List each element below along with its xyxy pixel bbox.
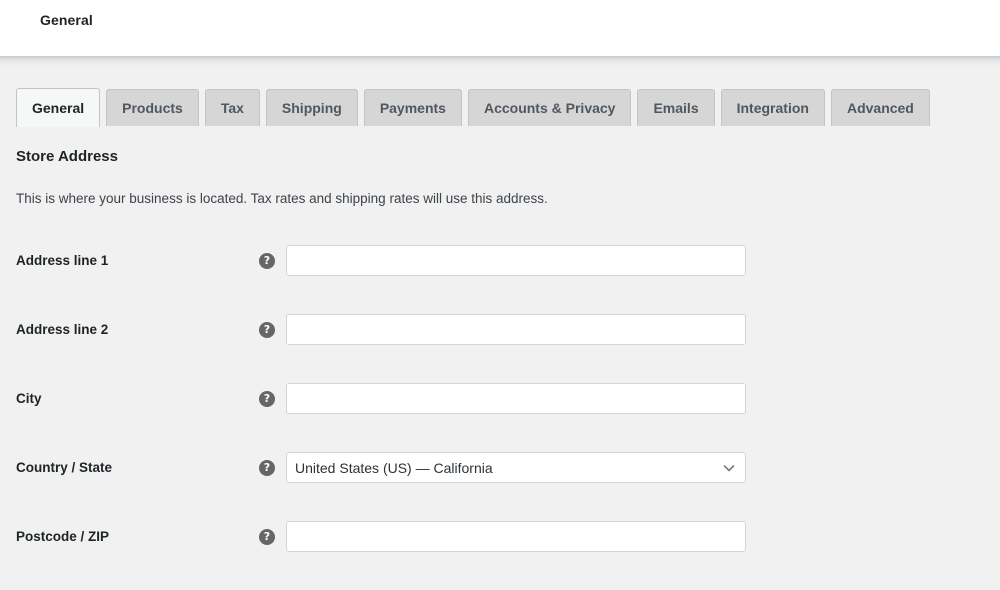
field-wrap-city xyxy=(286,383,746,414)
form-row-address-line-1: Address line 1? xyxy=(0,245,1000,314)
section-description: This is where your business is located. … xyxy=(16,191,548,206)
label-country-state: Country / State xyxy=(16,460,113,475)
tab-payments[interactable]: Payments xyxy=(363,89,462,126)
input-city[interactable] xyxy=(286,383,746,414)
tab-advanced[interactable]: Advanced xyxy=(830,89,930,126)
field-wrap-postcode-zip xyxy=(286,521,746,552)
help-tip-icon-address-line-1[interactable]: ? xyxy=(259,253,275,269)
field-wrap-address-line-1 xyxy=(286,245,746,276)
label-postcode-zip: Postcode / ZIP xyxy=(16,529,110,544)
help-tip-icon-postcode-zip[interactable]: ? xyxy=(259,529,275,545)
header-divider xyxy=(0,56,1000,66)
form-row-address-line-2: Address line 2? xyxy=(0,314,1000,383)
select-wrap-country-state: United States (US) — California xyxy=(286,452,746,483)
input-address-line-2[interactable] xyxy=(286,314,746,345)
form-row-postcode-zip: Postcode / ZIP? xyxy=(0,521,1000,590)
form-row-city: City? xyxy=(0,383,1000,452)
tab-shipping[interactable]: Shipping xyxy=(265,89,358,126)
help-tip-icon-address-line-2[interactable]: ? xyxy=(259,322,275,338)
page-title: General xyxy=(40,12,93,28)
admin-header: General xyxy=(0,0,1000,56)
select-country-state[interactable]: United States (US) — California xyxy=(286,452,746,483)
label-address-line-2: Address line 2 xyxy=(16,322,109,337)
tab-emails[interactable]: Emails xyxy=(637,89,715,126)
settings-tab-nav: General Products Tax Shipping Payments Accoun… xyxy=(16,88,930,127)
input-postcode-zip[interactable] xyxy=(286,521,746,552)
field-wrap-address-line-2 xyxy=(286,314,746,345)
label-city: City xyxy=(16,391,42,406)
tab-tax[interactable]: Tax xyxy=(204,89,260,126)
input-address-line-1[interactable] xyxy=(286,245,746,276)
store-address-form: Address line 1? Address line 2? City? Count… xyxy=(0,245,1000,590)
section-heading: Store Address xyxy=(16,148,118,165)
help-tip-icon-city[interactable]: ? xyxy=(259,391,275,407)
label-address-line-1: Address line 1 xyxy=(16,253,109,268)
tab-accounts-privacy[interactable]: Accounts & Privacy xyxy=(467,89,632,126)
field-wrap-country-state: United States (US) — California xyxy=(286,452,746,483)
help-tip-icon-country-state[interactable]: ? xyxy=(259,460,275,476)
tab-products[interactable]: Products xyxy=(106,89,199,126)
tab-integration[interactable]: Integration xyxy=(720,89,825,126)
tab-general[interactable]: General xyxy=(16,88,101,127)
form-row-country-state: Country / State? United States (US) — Cal… xyxy=(0,452,1000,521)
